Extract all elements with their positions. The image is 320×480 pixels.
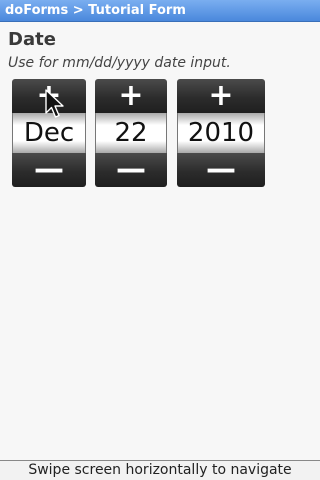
day-spinner: + 22 — bbox=[95, 79, 167, 187]
year-decrement-button[interactable]: — bbox=[177, 153, 265, 187]
plus-icon: + bbox=[118, 78, 144, 113]
month-increment-button[interactable]: + bbox=[12, 79, 86, 113]
title-bar: doForms > Tutorial Form bbox=[0, 0, 320, 22]
field-label: Date bbox=[8, 29, 56, 50]
month-value[interactable]: Dec bbox=[12, 113, 86, 153]
year-increment-button[interactable]: + bbox=[177, 79, 265, 113]
day-decrement-button[interactable]: — bbox=[95, 153, 167, 187]
day-increment-button[interactable]: + bbox=[95, 79, 167, 113]
minus-icon: — bbox=[206, 152, 236, 187]
app-title: doForms > Tutorial Form bbox=[5, 3, 186, 18]
minus-icon: — bbox=[116, 152, 146, 187]
year-value[interactable]: 2010 bbox=[177, 113, 265, 153]
navigation-hint: Swipe screen horizontally to navigate bbox=[28, 462, 292, 478]
month-spinner: + Dec — bbox=[12, 79, 86, 187]
navigation-hint-bar: Swipe screen horizontally to navigate bbox=[0, 460, 320, 480]
day-value[interactable]: 22 bbox=[95, 113, 167, 153]
year-spinner: + 2010 — bbox=[177, 79, 265, 187]
month-decrement-button[interactable]: — bbox=[12, 153, 86, 187]
field-hint: Use for mm/dd/yyyy date input. bbox=[8, 55, 231, 71]
minus-icon: — bbox=[34, 152, 64, 187]
plus-icon: + bbox=[208, 78, 234, 113]
plus-icon: + bbox=[36, 78, 62, 113]
